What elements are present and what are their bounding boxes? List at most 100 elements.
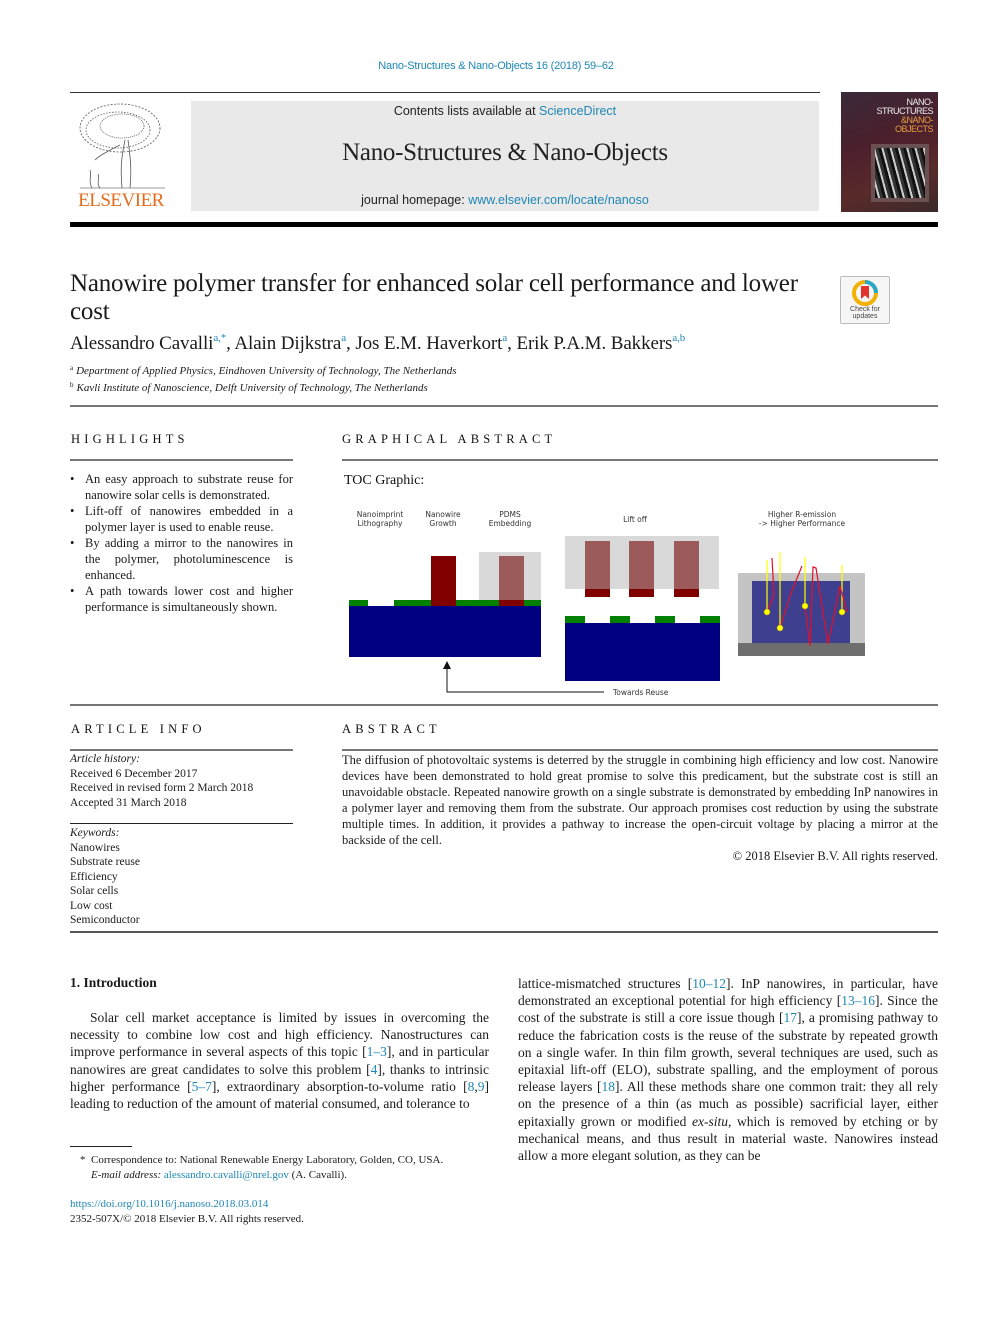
abstract-copyright: © 2018 Elsevier B.V. All rights reserved… (732, 849, 938, 863)
graphical-abstract-rule (342, 459, 938, 461)
abstract-heading: ABSTRACT (342, 722, 441, 736)
author-name[interactable]: Jos E.M. Haverkort (355, 333, 502, 354)
doi-link[interactable]: https://doi.org/10.1016/j.nanoso.2018.03… (70, 1197, 304, 1212)
label-growth-1: Nanowire (425, 510, 461, 519)
header-rule (70, 92, 820, 93)
journal-reference-link[interactable]: Nano-Structures & Nano-Objects 16 (2018)… (0, 60, 992, 72)
mask-segment (700, 616, 720, 623)
substrate (349, 606, 541, 657)
affiliation-mark: a (70, 364, 74, 372)
nanowire-base (499, 600, 524, 606)
citation-link[interactable]: 18 (602, 1079, 616, 1094)
front-matter-bottom-rule (70, 931, 938, 933)
affiliation-text: Kavli Institute of Nanoscience, Delft Un… (76, 382, 428, 394)
reused-substrate (565, 623, 720, 681)
citation-link[interactable]: 17 (783, 1010, 797, 1025)
abstract-rule (342, 749, 938, 751)
mask-segment (349, 600, 368, 606)
nanowire-embedded (674, 541, 699, 589)
nanowire (431, 556, 456, 606)
check-updates-label-1: Check for (850, 306, 880, 313)
citation-link[interactable]: 10–12 (692, 976, 726, 991)
contents-line: Contents lists available at ScienceDirec… (191, 104, 819, 118)
nanowire-base (629, 589, 654, 597)
author-affiliation-mark[interactable]: a,b (672, 332, 685, 344)
highlights-rule (70, 459, 293, 461)
elsevier-logo[interactable]: ELSEVIER (70, 100, 172, 212)
author-name[interactable]: Alessandro Cavalli (70, 333, 213, 354)
article-info-rule (70, 749, 293, 751)
nanowire-base (674, 589, 699, 597)
journal-cover-image[interactable]: NANO- STRUCTURES &NANO- OBJECTS (841, 92, 938, 212)
keywords-label: Keywords: (70, 827, 120, 839)
correspondence-footnote: * Correspondence to: National Renewable … (80, 1153, 510, 1183)
highlight-item: Lift-off of nanowires embedded in a poly… (70, 503, 293, 535)
panel-liftoff (565, 536, 720, 681)
check-updates-label-2: updates (852, 313, 878, 320)
keyword-item: Low cost (70, 899, 113, 912)
article-info-heading: ARTICLE INFO (71, 722, 206, 736)
abstract-text: The diffusion of photovoltaic systems is… (342, 753, 938, 847)
toc-graphic-label: TOC Graphic: (344, 473, 425, 488)
journal-homepage-link[interactable]: www.elsevier.com/locate/nanoso (468, 193, 649, 207)
elsevier-wordmark: ELSEVIER (78, 190, 164, 211)
affiliations: a Department of Applied Physics, Eindhove… (70, 361, 770, 395)
nanowire-base (585, 589, 610, 597)
homepage-prefix: journal homepage: (361, 193, 469, 207)
body-text: lattice-mismatched structures [ (518, 976, 693, 991)
cover-nanowire-image (871, 144, 929, 202)
correspondence-text: Correspondence to: National Renewable En… (91, 1154, 444, 1166)
author-name[interactable]: Alain Dijkstra (234, 333, 341, 354)
affiliation-mark: b (70, 381, 74, 389)
emitter-dot (763, 608, 771, 616)
affiliation-text: Department of Applied Physics, Eindhoven… (76, 365, 457, 377)
emitter-dot (801, 602, 809, 610)
label-nanoimprint-2: Lithography (358, 519, 403, 528)
header-thick-rule (70, 222, 938, 227)
back-mirror (738, 643, 865, 656)
check-for-updates-button[interactable]: Check for updates (840, 276, 890, 324)
keyword-item: Solar cells (70, 885, 119, 897)
nanowire-embedded (585, 541, 610, 589)
article-title: Nanowire polymer transfer for enhanced s… (70, 270, 798, 325)
keyword-item: Substrate reuse (70, 856, 140, 868)
highlight-item: An easy approach to substrate reuse for … (70, 471, 293, 503)
article-history: Article history: Received 6 December 201… (70, 752, 293, 810)
section-heading-introduction: 1. Introduction (70, 975, 157, 990)
label-emission-2: -> Higher Performance (759, 519, 846, 528)
cover-title-line: OBJECTS (894, 124, 934, 134)
history-accepted: Accepted 31 March 2018 (70, 796, 187, 809)
check-updates-label: Check for updates (841, 306, 889, 320)
label-liftoff: Lift off (623, 515, 648, 524)
highlights-list: An easy approach to substrate reuse for … (70, 471, 293, 615)
contents-prefix: Contents lists available at (393, 104, 540, 118)
journal-banner: Contents lists available at ScienceDirec… (191, 101, 819, 211)
sciencedirect-link[interactable]: ScienceDirect (539, 104, 616, 118)
body-text: ], extraordinary absorption-to-volume ra… (211, 1078, 468, 1094)
journal-name: Nano-Structures & Nano-Objects (342, 139, 668, 166)
highlights-heading: HIGHLIGHTS (71, 432, 189, 446)
body-column-1: Solar cell market acceptance is limited … (70, 1009, 489, 1112)
panel-growth-embedding (349, 552, 541, 657)
author-list: Alessandro Cavallia,*, Alain Dijkstraa, … (70, 332, 870, 355)
email-link[interactable]: alessandro.cavalli@nrel.gov (164, 1169, 289, 1181)
italic-term: ex-situ (691, 1113, 728, 1129)
author-affiliation-mark[interactable]: a,* (213, 332, 226, 344)
toc-graphic[interactable]: Nanoimprint Lithography Nanowire Growth … (343, 505, 883, 700)
body-column-2: lattice-mismatched structures [10–12]. I… (518, 975, 938, 1164)
citation-link[interactable]: 9 (478, 1079, 485, 1094)
citation-link[interactable]: 5–7 (192, 1079, 212, 1094)
label-growth-2: Growth (429, 519, 456, 528)
article-history-label: Article history: (70, 753, 140, 765)
reuse-label: Towards Reuse (612, 688, 669, 697)
mask-segment (655, 616, 675, 623)
history-received: Received 6 December 2017 (70, 767, 198, 780)
citation-link[interactable]: 1–3 (367, 1044, 387, 1059)
title-block-rule (70, 405, 938, 407)
label-pdms-2: Embedding (489, 519, 532, 528)
author-name[interactable]: Erik P.A.M. Bakkers (516, 333, 672, 354)
footnote-star: * (80, 1154, 86, 1166)
highlight-item: A path towards lower cost and higher per… (70, 583, 293, 615)
abstract-body: The diffusion of photovoltaic systems is… (342, 752, 938, 864)
citation-link[interactable]: 13–16 (841, 993, 875, 1008)
